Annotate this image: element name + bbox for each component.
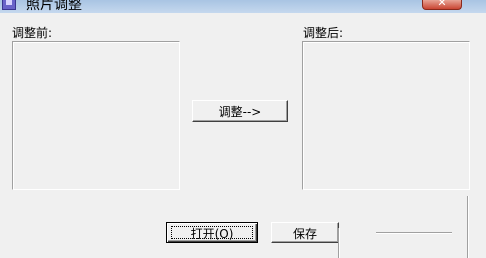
adjust-button-label: 调整--> <box>218 105 262 119</box>
title-bar: 照片调整 ✕ <box>0 0 486 13</box>
divider-vertical-right <box>467 196 469 258</box>
divider-horizontal <box>376 232 452 234</box>
before-label: 调整前: <box>12 26 53 40</box>
app-icon <box>2 0 16 10</box>
after-image-box <box>302 41 470 190</box>
before-image-box <box>12 41 180 190</box>
window-title: 照片调整 <box>26 0 82 13</box>
close-button[interactable]: ✕ <box>422 0 462 10</box>
save-button[interactable]: 保存 <box>271 222 339 243</box>
focus-rectangle <box>171 226 253 239</box>
save-button-label: 保存 <box>292 227 317 241</box>
adjust-button[interactable]: 调整--> <box>192 100 288 122</box>
close-icon: ✕ <box>437 0 447 9</box>
after-label: 调整后: <box>303 26 344 40</box>
divider-vertical-left <box>338 228 340 258</box>
open-button[interactable]: 打开(O) <box>166 222 258 243</box>
